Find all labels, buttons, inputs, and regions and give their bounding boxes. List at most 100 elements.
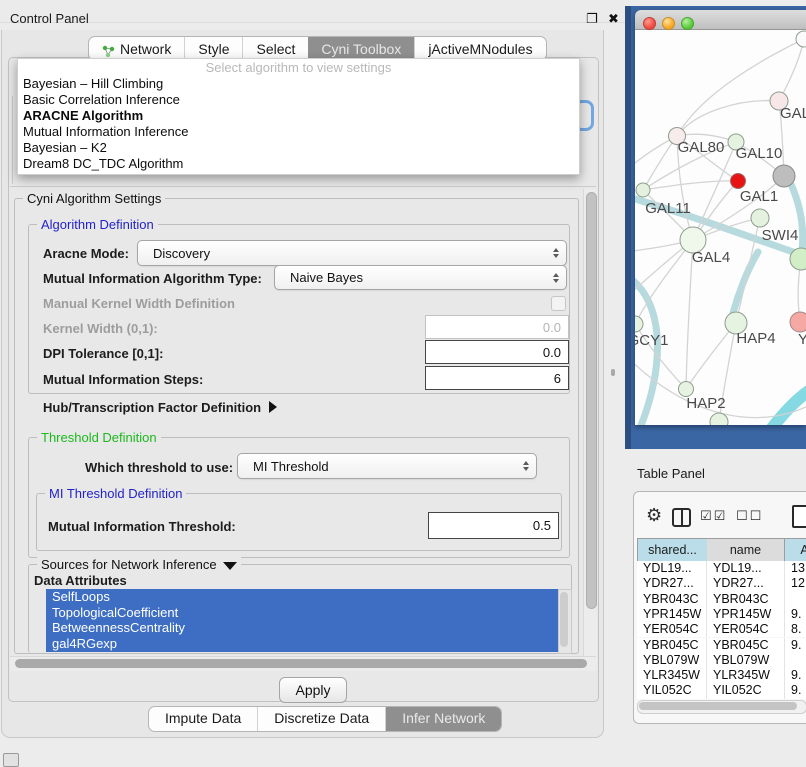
- network-edge[interactable]: [772, 390, 806, 425]
- mi-steps-field[interactable]: 6: [425, 366, 569, 390]
- table-row[interactable]: YLR345WYLR345W9.: [637, 668, 806, 683]
- apply-button[interactable]: Apply: [279, 677, 347, 703]
- settings-vertical-scrollbar[interactable]: [583, 189, 597, 670]
- column-header-a[interactable]: A: [785, 538, 806, 562]
- new-table-icon[interactable]: [792, 505, 806, 528]
- table-cell[interactable]: 13: [785, 561, 806, 576]
- zoom-traffic-light-icon[interactable]: [681, 17, 694, 30]
- network-edge[interactable]: [677, 101, 779, 136]
- tab-discretize-data[interactable]: Discretize Data: [257, 707, 385, 731]
- tab-style[interactable]: Style: [184, 37, 242, 60]
- table-cell[interactable]: [785, 653, 806, 668]
- table-row[interactable]: YDR27...YDR27...12: [637, 576, 806, 591]
- table-cell[interactable]: 12: [785, 576, 806, 591]
- network-node-gal11[interactable]: [636, 183, 650, 197]
- table-row[interactable]: YDL19...YDL19...13: [637, 561, 806, 576]
- table-cell[interactable]: YPR145W: [707, 607, 785, 622]
- settings-horizontal-scrollbar[interactable]: [10, 656, 596, 671]
- table-cell[interactable]: YDR27...: [637, 576, 707, 591]
- table-row[interactable]: YER054CYER054C8.: [637, 622, 806, 637]
- network-node-gcy1[interactable]: [635, 316, 643, 332]
- dropdown-item-dream8-dc-tdc-algorithm[interactable]: Dream8 DC_TDC Algorithm: [18, 156, 579, 172]
- table-row[interactable]: YBR045CYBR045C9.: [637, 638, 806, 653]
- table-horizontal-scrollbar[interactable]: [637, 700, 806, 714]
- table-cell[interactable]: 9.: [785, 668, 806, 683]
- network-node[interactable]: [773, 165, 795, 187]
- network-window-titlebar[interactable]: [635, 10, 806, 30]
- table-cell[interactable]: YLR345W: [707, 668, 785, 683]
- tab-impute-data[interactable]: Impute Data: [149, 707, 257, 731]
- table-cell[interactable]: 9.: [785, 683, 806, 698]
- select-all-checkboxes-icon[interactable]: ☑☑: [700, 508, 727, 524]
- close-traffic-light-icon[interactable]: [643, 17, 656, 30]
- column-header-name[interactable]: name: [707, 538, 785, 562]
- minimize-traffic-light-icon[interactable]: [662, 17, 675, 30]
- network-graph[interactable]: GALGAL80GAL10GAL11GAL1SWI4GAL4GCY1HAP4YH…: [635, 30, 806, 425]
- table-cell[interactable]: YLR345W: [637, 668, 707, 683]
- tab-cyni-toolbox[interactable]: Cyni Toolbox: [308, 37, 414, 60]
- network-edge[interactable]: [786, 174, 803, 259]
- table-cell[interactable]: YBR045C: [637, 638, 707, 653]
- dropdown-item-bayesian-hill-climbing[interactable]: Bayesian – Hill Climbing: [18, 76, 579, 92]
- dpi-tolerance-field[interactable]: 0.0: [425, 340, 569, 364]
- attribute-item-selfloops[interactable]: SelfLoops: [46, 589, 558, 605]
- table-cell[interactable]: [785, 592, 806, 607]
- table-cell[interactable]: YDL19...: [707, 561, 785, 576]
- table-cell[interactable]: YBL079W: [707, 653, 785, 668]
- table-cell[interactable]: YPR145W: [637, 607, 707, 622]
- table-cell[interactable]: YDR27...: [707, 576, 785, 591]
- dropdown-item-basic-correlation-inference[interactable]: Basic Correlation Inference: [18, 92, 579, 108]
- table-cell[interactable]: YER054C: [637, 622, 707, 637]
- dropdown-item-mutual-information-inference[interactable]: Mutual Information Inference: [18, 124, 579, 140]
- network-node[interactable]: [796, 31, 806, 47]
- manual-kernel-checkbox[interactable]: [551, 296, 566, 311]
- table-cell[interactable]: 9.: [785, 607, 806, 622]
- network-node-y[interactable]: [790, 312, 806, 332]
- mi-threshold-field[interactable]: 0.5: [428, 512, 559, 539]
- table-cell[interactable]: YBR043C: [707, 592, 785, 607]
- splitter-handle[interactable]: [611, 369, 615, 376]
- table-cell[interactable]: YDL19...: [637, 561, 707, 576]
- scrollbar-thumb[interactable]: [560, 592, 568, 647]
- column-header-shared-[interactable]: shared...: [637, 538, 708, 562]
- table-cell[interactable]: YBR045C: [707, 638, 785, 653]
- dropdown-item-bayesian-k2[interactable]: Bayesian – K2: [18, 140, 579, 156]
- columns-icon[interactable]: [672, 508, 691, 527]
- table-row[interactable]: YBL079WYBL079W: [637, 653, 806, 668]
- network-edge[interactable]: [635, 276, 657, 425]
- collapse-arrow-icon[interactable]: [223, 562, 237, 570]
- mi-type-select[interactable]: Naive Bayes: [274, 265, 567, 290]
- attribute-item-topologicalcoefficient[interactable]: TopologicalCoefficient: [46, 605, 558, 621]
- attribute-item-betweennesscentrality[interactable]: BetweennessCentrality: [46, 620, 558, 636]
- network-edge[interactable]: [686, 323, 736, 389]
- table-cell[interactable]: YIL052C: [707, 683, 785, 698]
- gear-icon[interactable]: ⚙: [646, 505, 662, 526]
- deselect-all-checkboxes-icon[interactable]: ☐☐: [736, 508, 763, 524]
- network-edge[interactable]: [643, 136, 677, 190]
- which-threshold-select[interactable]: MI Threshold: [237, 453, 537, 479]
- tab-jactivemnodules[interactable]: jActiveMNodules: [414, 37, 545, 60]
- network-node-gal1[interactable]: [751, 209, 769, 227]
- tab-network[interactable]: Network: [89, 37, 184, 60]
- list-scrollbar[interactable]: [558, 589, 572, 654]
- tab-select[interactable]: Select: [242, 37, 308, 60]
- table-cell[interactable]: YIL052C: [637, 683, 707, 698]
- aracne-mode-select[interactable]: Discovery: [137, 240, 567, 266]
- hub-definition-expander[interactable]: Hub/Transcription Factor Definition: [43, 400, 277, 415]
- float-panel-icon[interactable]: ❐: [586, 11, 598, 27]
- network-node[interactable]: [731, 174, 746, 189]
- table-row[interactable]: YBR043CYBR043C: [637, 592, 806, 607]
- network-edge[interactable]: [779, 39, 804, 101]
- scrollbar-thumb[interactable]: [15, 659, 587, 668]
- network-canvas[interactable]: GALGAL80GAL10GAL11GAL1SWI4GAL4GCY1HAP4YH…: [635, 30, 806, 425]
- minimized-panel-icon[interactable]: [3, 753, 19, 767]
- table-cell[interactable]: YER054C: [707, 622, 785, 637]
- dropdown-item-aracne-algorithm[interactable]: ARACNE Algorithm: [18, 108, 579, 124]
- table-cell[interactable]: 8.: [785, 622, 806, 637]
- close-panel-icon[interactable]: ✖: [608, 11, 619, 27]
- tab-infer-network[interactable]: Infer Network: [385, 707, 501, 731]
- table-row[interactable]: YIL052CYIL052C9.: [637, 683, 806, 698]
- table-row[interactable]: YPR145WYPR145W9.: [637, 607, 806, 622]
- table-cell[interactable]: YBL079W: [637, 653, 707, 668]
- scrollbar-thumb[interactable]: [586, 192, 597, 609]
